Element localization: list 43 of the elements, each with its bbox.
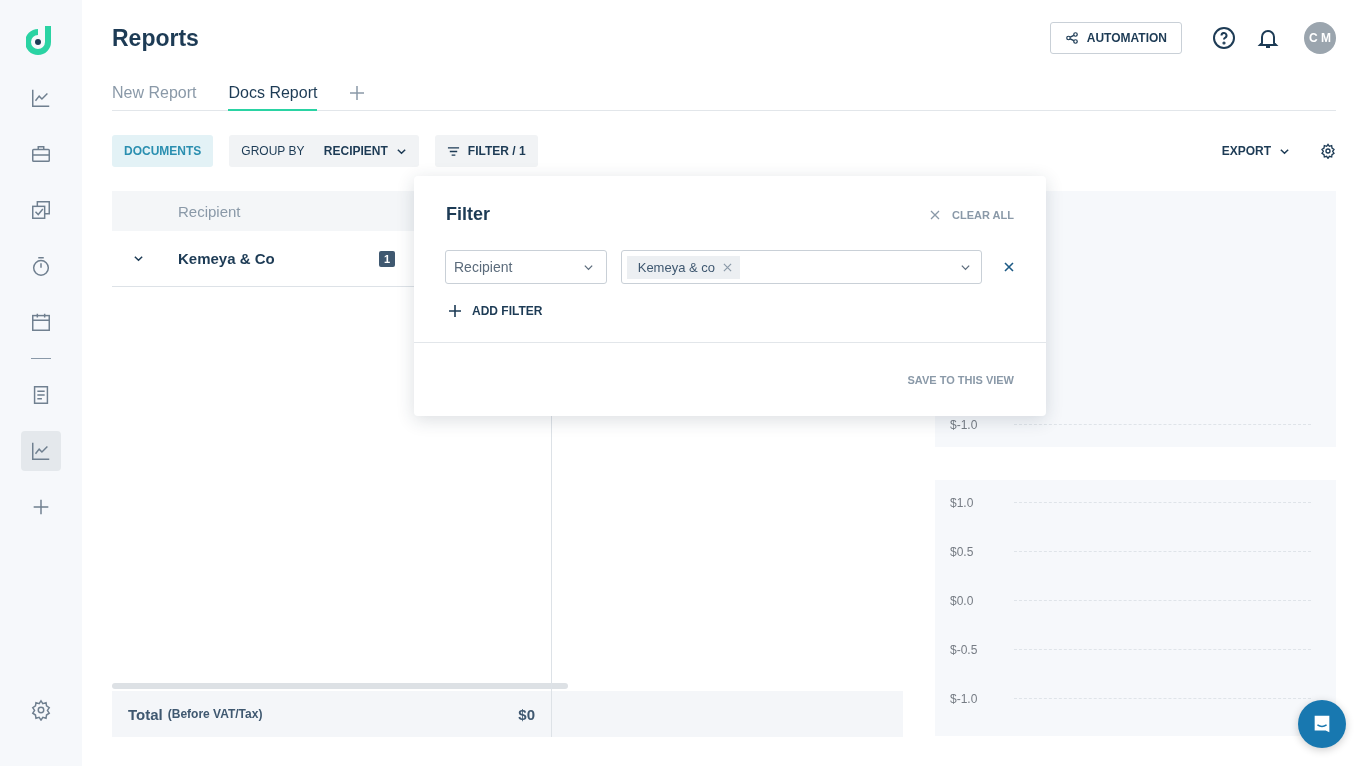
axis-label: $1.0 (950, 495, 975, 510)
automation-button[interactable]: AUTOMATION (1049, 22, 1182, 54)
report-tab[interactable]: Docs Report (228, 76, 318, 111)
total-note: (Before VAT/Tax) (167, 707, 263, 721)
filter-button[interactable]: FILTER / 1 (434, 135, 538, 167)
chart-icon (30, 440, 52, 462)
settings-icon[interactable] (1320, 143, 1336, 159)
total-label: Total (128, 705, 163, 723)
settings-icon (30, 699, 52, 721)
axis-label: $-1.0 (950, 691, 979, 706)
calendar-icon (30, 311, 52, 333)
briefcase-icon (30, 143, 52, 165)
close-icon[interactable] (723, 262, 733, 272)
value-tag: Kemeya & co (626, 255, 741, 279)
help-icon[interactable] (1212, 26, 1236, 50)
group-by-dropdown[interactable]: GROUP BY RECIPIENT (229, 135, 419, 167)
chat-button[interactable] (1298, 700, 1346, 748)
timer-icon (30, 255, 52, 277)
tasks-icon (30, 199, 52, 221)
axis-label: $-1.0 (950, 417, 979, 432)
chevron-icon (132, 253, 144, 264)
close-icon (930, 209, 941, 220)
sidebar-chart-button[interactable] (21, 431, 61, 471)
share-nodes-icon (1064, 31, 1079, 45)
plus-icon (449, 305, 461, 317)
page-title: Reports (112, 24, 199, 52)
export-dropdown[interactable]: EXPORT (1221, 144, 1290, 158)
axis-label: $0.0 (950, 593, 975, 608)
axis-label: $-0.5 (950, 642, 979, 657)
column-header: Recipient (178, 202, 241, 220)
total-value: $0 (518, 705, 535, 723)
popover-title: Filter (446, 204, 490, 225)
scrollbar[interactable] (112, 683, 568, 689)
value-select-field[interactable]: Kemeya & co (620, 250, 982, 284)
axis-label: $0.5 (950, 544, 975, 559)
chart-icon (30, 87, 52, 109)
remove-rule-icon[interactable] (1004, 262, 1014, 272)
filter-icon (446, 144, 460, 158)
count-badge: 1 (378, 250, 395, 267)
recipient-name: Kemeya & Co (178, 250, 276, 267)
add-tab-icon[interactable] (349, 85, 366, 101)
field-dropdown[interactable]: Recipient (445, 250, 607, 284)
add-filter-button[interactable]: ADD FILTER (449, 304, 543, 318)
